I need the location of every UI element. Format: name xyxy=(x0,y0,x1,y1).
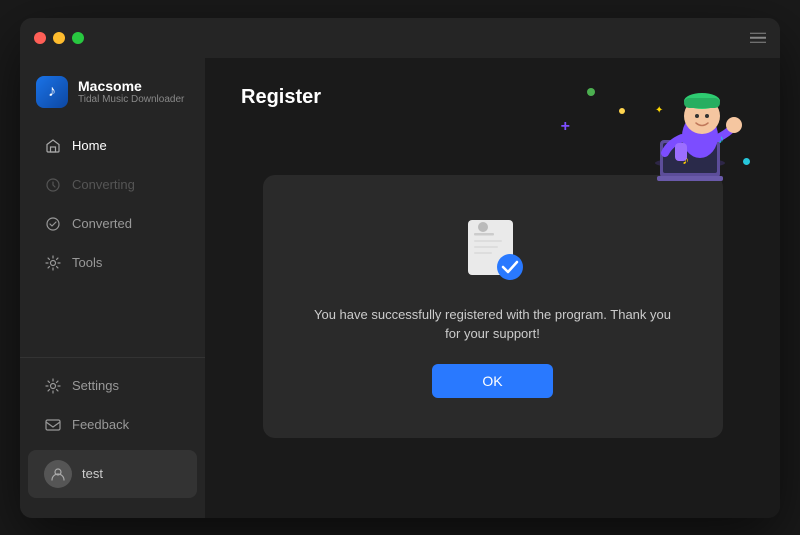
ok-button[interactable]: OK xyxy=(432,364,552,398)
tools-icon xyxy=(44,254,62,272)
main-content: + ♪ xyxy=(205,58,780,518)
sidebar-brand: ♪ Macsome Tidal Music Downloader xyxy=(20,68,205,126)
dialog-message: You have successfully registered with th… xyxy=(313,305,673,344)
illustration: ♪ xyxy=(600,68,760,188)
sidebar-item-label-tools: Tools xyxy=(72,255,102,270)
brand-text: Macsome Tidal Music Downloader xyxy=(78,78,184,105)
converted-icon xyxy=(44,215,62,233)
converting-icon xyxy=(44,176,62,194)
sidebar-item-label-converting: Converting xyxy=(72,177,135,192)
dialog-box: You have successfully registered with th… xyxy=(263,175,723,438)
sidebar-item-label-settings: Settings xyxy=(72,378,119,393)
traffic-lights xyxy=(34,32,84,44)
home-icon xyxy=(44,137,62,155)
sidebar: ♪ Macsome Tidal Music Downloader H xyxy=(20,58,205,518)
maximize-button[interactable] xyxy=(72,32,84,44)
sidebar-item-label-converted: Converted xyxy=(72,216,132,231)
sidebar-item-label-home: Home xyxy=(72,138,107,153)
svg-text:♪: ♪ xyxy=(718,132,724,146)
nav-items: Home Converting xyxy=(20,126,205,357)
success-icon xyxy=(458,215,528,285)
decoration-plus: + xyxy=(561,118,570,136)
svg-text:✦: ✦ xyxy=(655,105,663,116)
sidebar-item-label-feedback: Feedback xyxy=(72,417,129,432)
minimize-button[interactable] xyxy=(53,32,65,44)
close-button[interactable] xyxy=(34,32,46,44)
brand-subtitle: Tidal Music Downloader xyxy=(78,94,184,105)
feedback-icon xyxy=(44,416,62,434)
sidebar-item-home[interactable]: Home xyxy=(28,127,197,165)
brand-name: Macsome xyxy=(78,78,184,94)
menu-icon[interactable] xyxy=(750,32,766,43)
user-name: test xyxy=(82,466,103,481)
user-avatar xyxy=(44,460,72,488)
sidebar-item-converted[interactable]: Converted xyxy=(28,205,197,243)
sidebar-item-settings[interactable]: Settings xyxy=(28,367,197,405)
settings-icon xyxy=(44,377,62,395)
app-window: ♪ Macsome Tidal Music Downloader H xyxy=(20,18,780,518)
decoration-dot-green xyxy=(587,88,595,96)
brand-icon: ♪ xyxy=(36,76,68,108)
sidebar-item-feedback[interactable]: Feedback xyxy=(28,406,197,444)
user-item[interactable]: test xyxy=(28,450,197,498)
title-bar xyxy=(20,18,780,58)
sidebar-item-tools[interactable]: Tools xyxy=(28,244,197,282)
sidebar-item-converting: Converting xyxy=(28,166,197,204)
app-body: ♪ Macsome Tidal Music Downloader H xyxy=(20,58,780,518)
sidebar-bottom: Settings Feedback xyxy=(20,357,205,508)
